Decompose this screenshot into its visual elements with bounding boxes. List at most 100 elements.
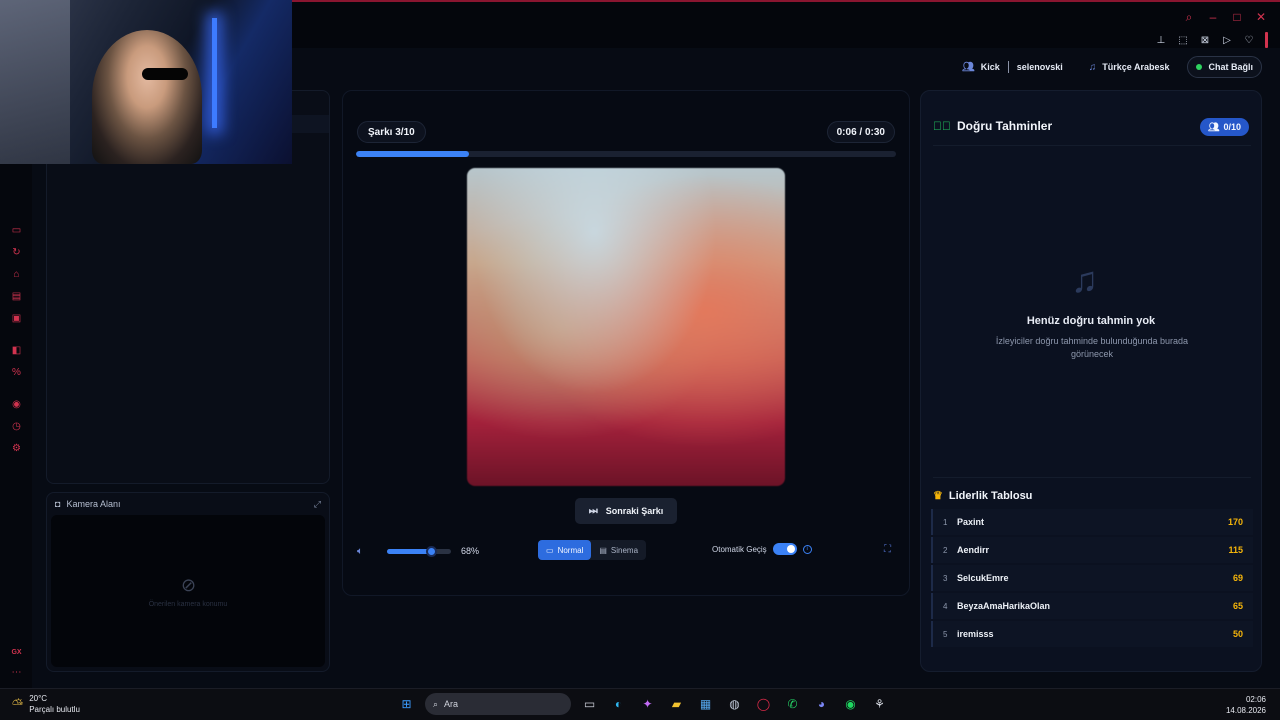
next-song-button[interactable]: ⏭︎ Sonraki Şarkı	[575, 498, 677, 524]
player-score: 115	[1228, 545, 1243, 555]
app-icon[interactable]: ⚘	[869, 694, 890, 715]
gamepad-icon[interactable]: ▭	[10, 224, 23, 237]
weather-widget[interactable]: ⛅︎ 20°C Parçalı bulutlu	[12, 693, 80, 715]
song-counter-badge: Şarkı 3/10	[357, 121, 426, 143]
guesses-header: ✓⃝ Doğru Tahminler	[933, 119, 1052, 133]
status-dot-icon	[1196, 64, 1203, 70]
play-icon[interactable]: ▷	[1221, 34, 1233, 46]
monitor-icon[interactable]: ▤	[10, 290, 23, 303]
player-name: Aendirr	[957, 545, 990, 555]
browser-toolbar: ⊥ ⬚ ⊠ ▷ ♡	[1155, 32, 1268, 48]
store-icon[interactable]: ▦	[695, 694, 716, 715]
music-player: Şarkı 3/10 0:06 / 0:30 ⏭︎ Sonraki Şarkı …	[342, 90, 910, 596]
chat-status-label: Chat Bağlı	[1208, 62, 1253, 72]
player-score: 69	[1232, 573, 1243, 583]
player-name: Paxint	[957, 517, 985, 527]
clock-time: 02:06	[1245, 695, 1266, 704]
camera-panel: ◘ Kamera Alanı ⤢ ⊘ Önerilen kamera konum…	[46, 492, 330, 672]
guesses-count-badge: 👥︎ 0/10	[1200, 118, 1249, 136]
film-icon: ▤	[599, 545, 607, 555]
progress-fill	[356, 151, 470, 157]
play-circle-icon[interactable]: ◉	[10, 398, 23, 411]
maximize-icon[interactable]: □	[1230, 10, 1244, 24]
task-view-icon[interactable]: ▭	[579, 694, 600, 715]
steam-icon[interactable]: ◍	[724, 694, 745, 715]
weather-desc: Parçalı bulutlu	[29, 705, 80, 714]
info-icon[interactable]: i	[802, 544, 812, 554]
leaderboard-row: 3 SelcukEmre 69	[931, 565, 1253, 591]
check-circle-icon: ✓⃝	[933, 119, 951, 133]
heart-icon[interactable]: ♡	[1243, 34, 1255, 46]
divider	[933, 145, 1251, 146]
autoplay-setting: Otomatik Geçiş i	[712, 543, 812, 555]
expand-icon[interactable]: ⤢	[314, 499, 321, 510]
leaderboard-row: 1 Paxint 170	[931, 509, 1253, 535]
discord-icon[interactable]: ◕	[811, 694, 832, 715]
status-header: 👥︎ Kick selenovski ♫ Türkçe Arabesk Chat…	[954, 56, 1262, 78]
search-icon[interactable]: ⌕	[1182, 10, 1196, 24]
taskbar-clock[interactable]: 02:06 14.08.2026	[1226, 694, 1266, 716]
webcam-overlay	[0, 0, 292, 164]
refresh-icon[interactable]: ↻	[10, 246, 23, 259]
shield-icon[interactable]: ⊠	[1199, 34, 1211, 46]
taskbar-apps: ⊞ ⌕ Ara ▭ ◐ ✦ ▰ ▦ ◍ ◯ ✆ ◕ ◉ ⚘	[396, 693, 890, 715]
leaderboard-row: 4 BeyzaAmaHarikaOlan 65	[931, 593, 1253, 619]
monitor-icon: ▭	[546, 545, 554, 555]
weather-text: 20°C Parçalı bulutlu	[29, 693, 80, 715]
camera-area: ⊘ Önerilen kamera konumu	[51, 515, 325, 667]
edge-icon[interactable]: ◐	[608, 694, 629, 715]
crown-icon: ♛	[933, 490, 943, 502]
bag-icon[interactable]: ⌂	[10, 268, 23, 281]
minimize-icon[interactable]: –	[1206, 10, 1220, 24]
volume-slider[interactable]	[387, 545, 451, 557]
news-icon[interactable]: ▣	[10, 312, 23, 325]
gx-label[interactable]: GX	[10, 646, 23, 659]
webcam-light	[212, 18, 217, 128]
category-chip: ♫ Türkçe Arabesk	[1081, 56, 1178, 78]
volume-icon[interactable]: 🔈︎	[357, 546, 371, 557]
copilot-icon[interactable]: ✦	[637, 694, 658, 715]
folder-icon[interactable]: ▰	[666, 694, 687, 715]
mode-normal-label: Normal	[557, 545, 584, 555]
windows-start-icon[interactable]: ⊞	[396, 694, 417, 715]
mode-normal-button[interactable]: ▭ Normal	[538, 540, 592, 560]
rank: 1	[943, 517, 948, 527]
skip-next-icon: ⏭︎	[588, 505, 598, 517]
spotify-icon[interactable]: ◉	[840, 694, 861, 715]
music-icon: ♫	[1088, 61, 1097, 73]
close-icon[interactable]: ✕	[1254, 10, 1268, 24]
guesses-count: 0/10	[1223, 122, 1241, 132]
player-name: SelcukEmre	[957, 573, 1009, 583]
users-icon: 👥︎	[962, 61, 975, 73]
opera-gx-icon[interactable]: ◯	[753, 694, 774, 715]
twitch-icon[interactable]: ◧	[10, 344, 23, 357]
platform-label: Kick	[980, 62, 1000, 72]
percent-icon[interactable]: %	[10, 366, 23, 379]
player-score: 170	[1227, 517, 1243, 527]
channel-label: selenovski	[1016, 62, 1063, 72]
window-controls: ⌕ – □ ✕	[1182, 10, 1268, 25]
more-icon[interactable]: ⋯	[10, 666, 23, 679]
clock-icon[interactable]: ◷	[10, 420, 23, 433]
fullscreen-icon[interactable]: ⛶	[884, 544, 891, 555]
volume-knob[interactable]	[425, 545, 437, 557]
music-note-icon: ♫	[1071, 259, 1098, 300]
mode-cinema-button[interactable]: ▤ Sinema	[591, 540, 646, 560]
settings-icon[interactable]: ⚙	[10, 442, 23, 455]
divider	[933, 477, 1251, 478]
clock-date: 14.08.2026	[1225, 706, 1266, 715]
taskbar-search[interactable]: ⌕ Ara	[425, 693, 571, 715]
sidebar-toggle[interactable]	[1265, 32, 1268, 48]
view-mode-toggle: ▭ Normal ▤ Sinema	[538, 540, 647, 560]
autoplay-toggle[interactable]	[772, 543, 797, 555]
pin-icon[interactable]: ⊥	[1155, 34, 1167, 46]
streamer	[92, 30, 202, 164]
volume-fill	[387, 548, 431, 554]
camera-header: ◘ Kamera Alanı	[55, 499, 120, 509]
whatsapp-icon[interactable]: ✆	[782, 694, 803, 715]
category-label: Türkçe Arabesk	[1102, 62, 1170, 72]
partly-cloudy-icon: ⛅︎	[12, 695, 24, 712]
taskbar: ⛅︎ 20°C Parçalı bulutlu ⊞ ⌕ Ara ▭ ◐ ✦ ▰ …	[0, 688, 1280, 720]
song-progress-bar[interactable]	[356, 151, 896, 157]
screenshot-icon[interactable]: ⬚	[1177, 34, 1189, 46]
